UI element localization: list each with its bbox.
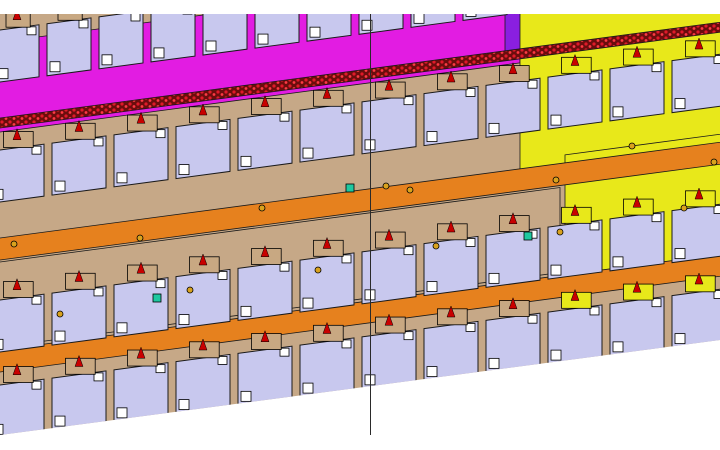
- cell-tab: [205, 40, 217, 52]
- cell-tab: [178, 164, 190, 175]
- bolt-icon: [552, 176, 560, 184]
- cell-tab: [26, 26, 37, 36]
- cell-slot[interactable]: [254, 0, 300, 49]
- bolt-icon: [56, 310, 64, 318]
- cell-clip: [57, 14, 83, 21]
- cell-slot[interactable]: [46, 2, 92, 77]
- cell-tab: [240, 305, 252, 317]
- cell-tab: [465, 14, 477, 17]
- cell-tab: [612, 106, 624, 118]
- cell-tab: [488, 272, 500, 284]
- cell-tab: [426, 366, 438, 378]
- cell-red-marker: [117, 0, 125, 6]
- cell-slot[interactable]: [306, 0, 352, 42]
- cell-tab: [235, 0, 244, 7]
- cell-tab: [153, 47, 165, 59]
- cell-tab: [178, 314, 190, 325]
- cell-tab: [116, 322, 128, 334]
- assembly-geometry: [0, 0, 720, 435]
- cell-tab: [674, 248, 686, 260]
- cell-tab: [488, 122, 500, 134]
- assembly-scene[interactable]: [0, 0, 720, 450]
- cell-tab: [182, 14, 193, 15]
- cell-tab: [550, 114, 562, 126]
- cell-tab: [612, 256, 624, 268]
- cell-tab: [257, 33, 269, 45]
- bolt-icon: [680, 204, 688, 212]
- bolt-icon: [258, 204, 266, 212]
- cell-tab: [130, 14, 141, 22]
- cell-tab: [302, 382, 314, 394]
- cell-slot[interactable]: [567, 0, 611, 7]
- bolt-icon: [382, 182, 390, 190]
- cell-tab: [550, 264, 562, 276]
- cell-clip: [162, 0, 186, 6]
- cell-tab: [426, 131, 438, 143]
- bolt-icon: [186, 286, 194, 294]
- cell-slot[interactable]: [202, 0, 248, 56]
- cell-tab: [240, 390, 252, 402]
- cell-tab: [674, 333, 686, 345]
- cell-tab: [309, 26, 321, 38]
- cell-tab: [550, 349, 562, 361]
- cell-tab: [0, 423, 4, 435]
- cell-slot[interactable]: [150, 0, 196, 63]
- bolt-icon: [10, 240, 18, 248]
- cell-tab: [54, 330, 66, 342]
- viewport-cursor-line: [370, 14, 371, 435]
- cell-slot[interactable]: [358, 0, 404, 35]
- cell-tab: [570, 0, 580, 3]
- cell-clip: [110, 0, 134, 13]
- teal-marker: [523, 231, 533, 241]
- cad-viewport[interactable]: [0, 0, 720, 450]
- cell-tab: [302, 147, 314, 159]
- cell-red-marker: [65, 2, 73, 13]
- cell-tab: [178, 399, 190, 410]
- cell-tab: [674, 98, 686, 110]
- cell-tab: [0, 338, 4, 350]
- bolt-icon: [556, 228, 564, 236]
- cell-tab: [426, 281, 438, 293]
- cell-tab: [240, 155, 252, 167]
- cell-slot[interactable]: [514, 0, 560, 15]
- cell-tab: [54, 415, 66, 427]
- cell-tab: [0, 188, 4, 200]
- bolt-icon: [314, 266, 322, 274]
- cell-body: [567, 0, 611, 7]
- teal-marker: [345, 183, 355, 193]
- cell-tab: [49, 61, 61, 73]
- cell-tab: [488, 357, 500, 369]
- cell-tab: [116, 172, 128, 184]
- bolt-icon: [710, 158, 718, 166]
- cell-tab: [54, 180, 66, 192]
- cell-body: [514, 14, 560, 15]
- cell-tab: [101, 54, 113, 66]
- cell-tab: [413, 14, 425, 24]
- teal-marker: [152, 293, 162, 303]
- cell-tab: [612, 341, 624, 353]
- cell-tab: [302, 297, 314, 309]
- cell-tab: [0, 68, 9, 80]
- bolt-icon: [432, 242, 440, 250]
- bolt-icon: [136, 234, 144, 242]
- bolt-icon: [628, 142, 636, 150]
- cell-tab: [78, 19, 89, 29]
- cell-slot[interactable]: [98, 0, 144, 70]
- cell-tab: [116, 407, 128, 419]
- bolt-icon: [406, 186, 414, 194]
- cell-tab: [518, 0, 528, 10]
